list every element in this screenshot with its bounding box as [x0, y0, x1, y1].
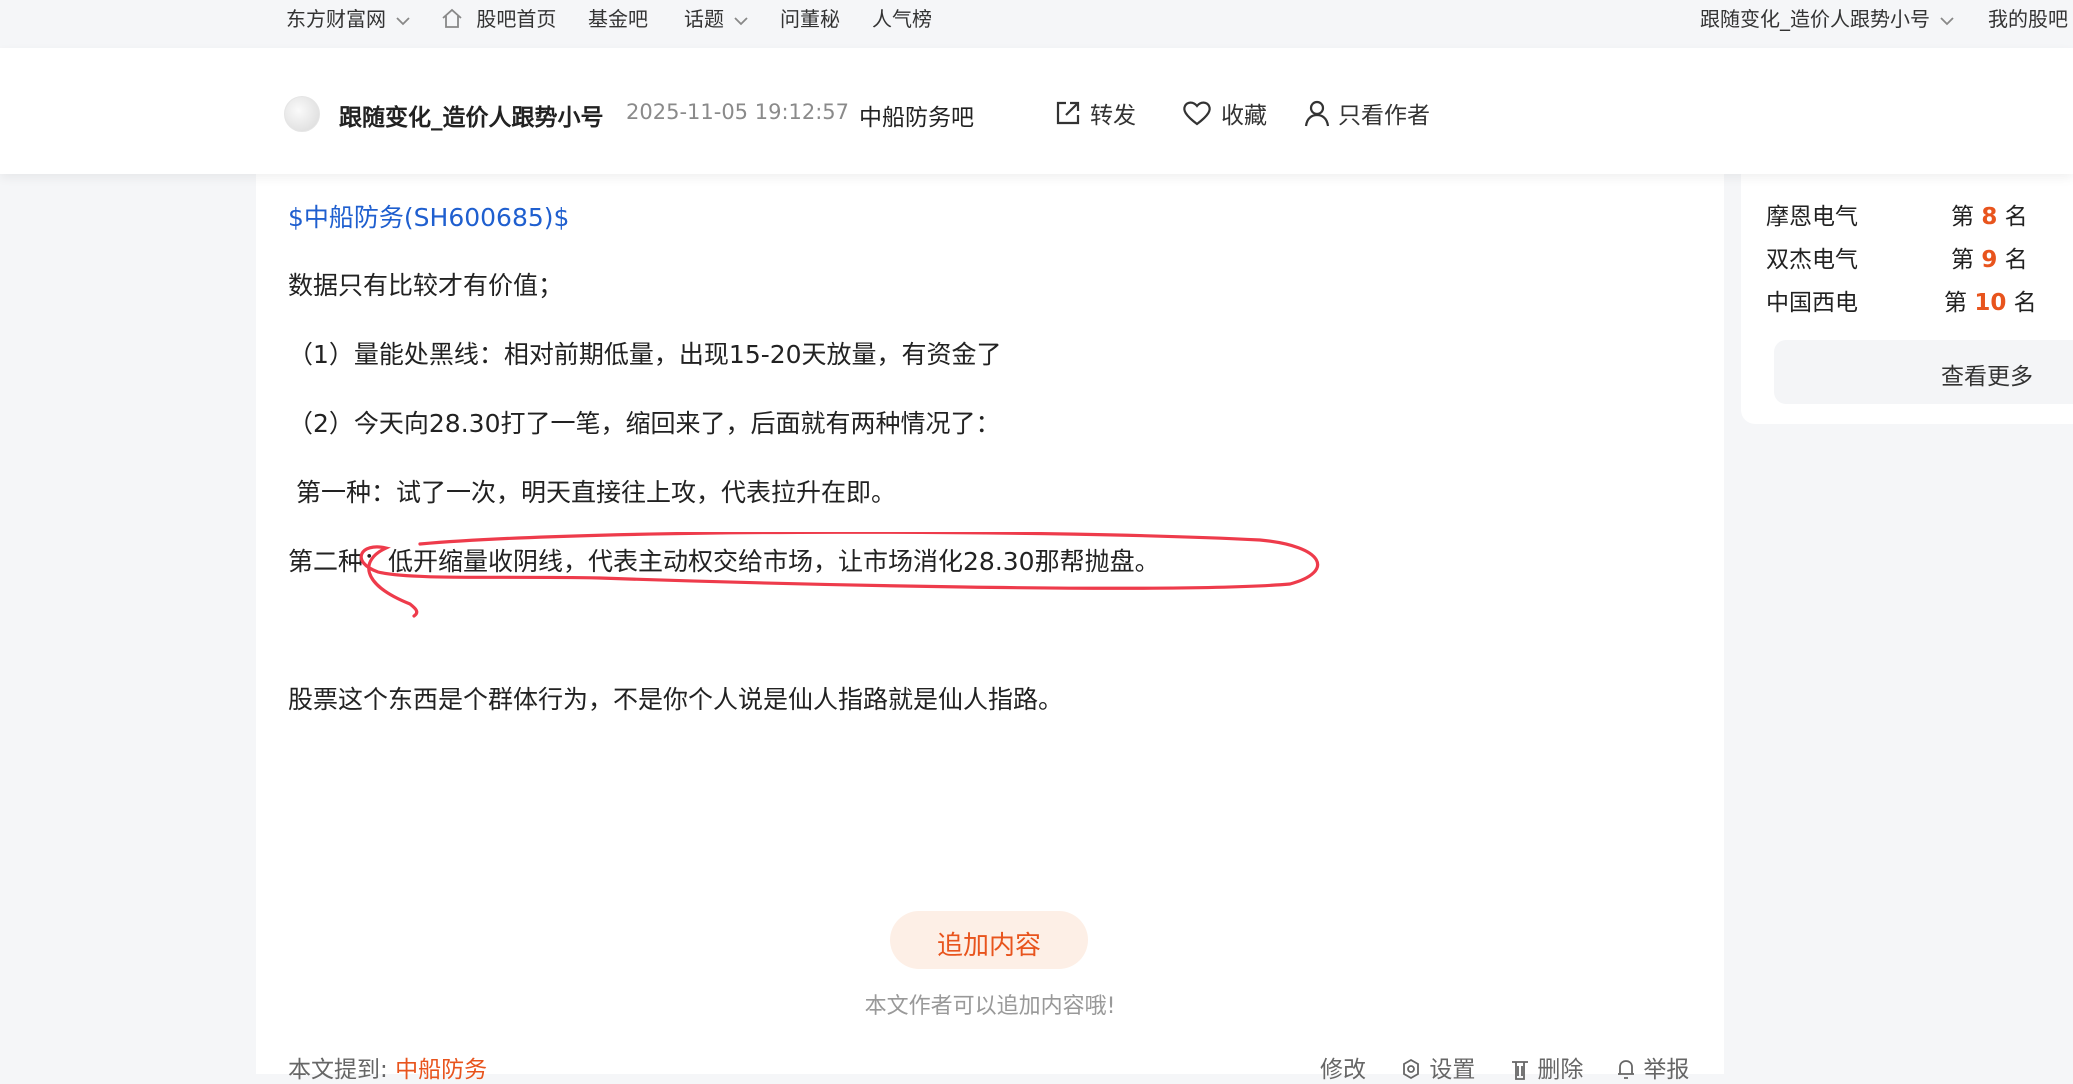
rank-prefix: 第 — [1951, 247, 1974, 273]
view-more-label: 查看更多 — [1941, 364, 2033, 390]
popular-link[interactable]: 人气榜 — [872, 3, 932, 32]
my-bar-link[interactable]: 我的股吧 — [1988, 3, 2068, 32]
rank-number: 10 — [1974, 290, 2007, 316]
add-content-hint: 本文作者可以追加内容哦! — [864, 994, 1116, 1019]
heart-icon — [1183, 101, 1211, 126]
bar-name-link[interactable]: 中船防务吧 — [859, 98, 974, 132]
rank-suffix: 名 — [2013, 290, 2037, 316]
rank-suffix: 名 — [2004, 204, 2028, 230]
author-only-button[interactable]: 只看作者 — [1304, 96, 1430, 130]
view-more-button[interactable]: 查看更多 — [1774, 340, 2073, 404]
chevron-down-icon — [1940, 16, 1954, 25]
rank-item-name[interactable]: 中国西电 — [1766, 283, 1858, 317]
add-content-label: 追加内容 — [936, 931, 1041, 961]
topics-menu[interactable]: 话题 — [684, 3, 749, 32]
post-line-6: 股票这个东西是个群体行为，不是你个人说是仙人指路就是仙人指路。 — [288, 685, 1064, 714]
report-button[interactable]: 举报 — [1616, 1050, 1689, 1084]
site-menu[interactable]: 东方财富网 — [286, 3, 411, 32]
trash-icon — [1512, 1061, 1528, 1080]
chevron-down-icon — [396, 16, 410, 25]
favorite-button[interactable]: 收藏 — [1181, 96, 1267, 130]
ask-secretary-link[interactable]: 问董秘 — [780, 3, 840, 32]
author-name[interactable]: 跟随变化_造价人跟势小号 — [339, 98, 604, 132]
post-line-2: （1）量能处黑线：相对前期低量，出现15-20天放量，有资金了 — [288, 340, 1002, 369]
settings-label: 设置 — [1429, 1057, 1476, 1083]
add-content-button[interactable]: 追加内容 — [890, 911, 1088, 969]
rank-item-position: 第 9 名 — [1951, 240, 2028, 274]
home-link[interactable]: 股吧首页 — [440, 3, 556, 32]
post-line-3: （2）今天向28.30打了一笔，缩回来了，后面就有两种情况了： — [288, 409, 1001, 438]
avatar[interactable] — [284, 96, 320, 132]
rank-prefix: 第 — [1944, 290, 1967, 316]
delete-label: 删除 — [1537, 1057, 1584, 1083]
rank-item-name[interactable]: 双杰电气 — [1766, 240, 1858, 274]
report-label: 举报 — [1643, 1057, 1690, 1083]
edit-button[interactable]: 修改 — [1320, 1050, 1366, 1084]
annotation-ellipse — [359, 532, 1320, 618]
user-icon — [1304, 100, 1330, 127]
rank-number: 8 — [1981, 204, 1998, 230]
forward-button[interactable]: 转发 — [1054, 96, 1136, 130]
delete-button[interactable]: 删除 — [1510, 1050, 1583, 1084]
fund-link[interactable]: 基金吧 — [588, 3, 648, 32]
share-icon — [1056, 101, 1080, 125]
bell-icon — [1618, 1060, 1634, 1079]
mentioned-label: 本文提到: — [288, 1057, 388, 1083]
forward-label: 转发 — [1090, 103, 1136, 129]
chevron-down-icon — [734, 16, 748, 25]
rank-item-name[interactable]: 摩恩电气 — [1766, 197, 1858, 231]
top-nav: 东方财富网 股吧首页 基金吧 话题 问董秘 人气榜 跟随变化_造价人跟势小号 我… — [0, 0, 2073, 32]
rank-item-position: 第 8 名 — [1951, 197, 2028, 231]
home-icon — [442, 8, 462, 28]
gear-icon — [1403, 1058, 1419, 1080]
stock-tag-link[interactable]: $中船防务(SH600685)$ — [288, 198, 569, 234]
rank-number: 9 — [1981, 247, 1998, 273]
site-menu-label: 东方财富网 — [286, 7, 386, 31]
user-menu-label: 跟随变化_造价人跟势小号 — [1700, 7, 1930, 31]
author-only-label: 只看作者 — [1338, 103, 1430, 129]
rank-prefix: 第 — [1951, 204, 1974, 230]
mentioned-row: 本文提到: 中船防务 — [288, 1050, 487, 1084]
post-line-4: 第一种：试了一次，明天直接往上攻，代表拉升在即。 — [288, 478, 896, 507]
topics-menu-label: 话题 — [684, 7, 724, 31]
favorite-label: 收藏 — [1221, 103, 1267, 129]
home-link-label: 股吧首页 — [476, 7, 557, 31]
mentioned-stock-link[interactable]: 中船防务 — [395, 1057, 487, 1083]
settings-button[interactable]: 设置 — [1400, 1050, 1475, 1084]
rank-suffix: 名 — [2004, 247, 2028, 273]
rank-item-position: 第 10 名 — [1944, 283, 2037, 317]
post-time: 2025-11-05 19:12:57 — [626, 100, 850, 124]
user-menu[interactable]: 跟随变化_造价人跟势小号 — [1700, 3, 1955, 32]
post-line-1: 数据只有比较才有价值； — [288, 271, 564, 300]
